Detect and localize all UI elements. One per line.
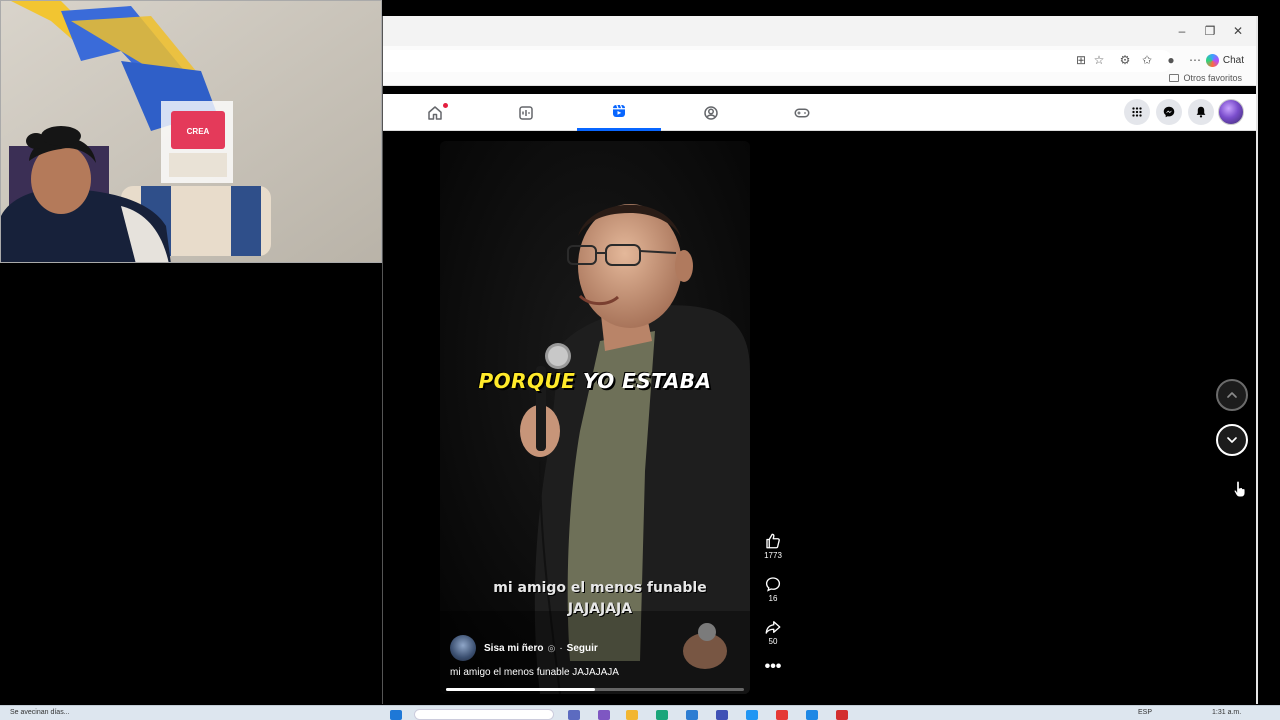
- taskbar: Se avecinan días... ESP 1:31 a.m.: [0, 705, 1280, 720]
- title-bar: – ❐ ✕: [383, 16, 1256, 46]
- globe-icon: ◎: [547, 642, 556, 653]
- separator: ·: [559, 642, 563, 654]
- other-favorites[interactable]: Otros favoritos: [1169, 73, 1242, 83]
- windows-start-icon[interactable]: [390, 710, 402, 720]
- share-icon: [765, 621, 781, 634]
- messenger-button[interactable]: [1156, 99, 1182, 125]
- screen: – ❐ ✕ ⊞ ☆ ⚙ ✩ ● ⋯ Chat Otros favoritos P…: [0, 0, 1280, 720]
- video-progress-bar[interactable]: [446, 688, 744, 691]
- file-explorer-icon[interactable]: [626, 710, 638, 720]
- previous-reel-button[interactable]: [1216, 379, 1248, 411]
- app-icon-2[interactable]: [746, 710, 758, 720]
- copilot-chat-button[interactable]: Chat: [1205, 50, 1244, 70]
- profile-icon[interactable]: ●: [1163, 52, 1179, 68]
- follow-button[interactable]: Seguir: [567, 643, 598, 654]
- hand-cursor-icon: [1233, 480, 1246, 498]
- ellipsis-icon: •••: [764, 658, 782, 675]
- taskbar-search[interactable]: [414, 709, 554, 720]
- caption-line-2: JAJAJAJA: [567, 601, 633, 617]
- reels-icon: [613, 104, 625, 117]
- thumbs-up-icon: [766, 533, 780, 549]
- caption-overlay-bottom: mi amigo el menos funable JAJAJAJA: [480, 578, 720, 620]
- copilot-icon: [1205, 53, 1219, 67]
- caption-highlight: PORQUE: [478, 369, 576, 393]
- caption-rest: YO ESTABA: [582, 369, 712, 393]
- more-options-icon[interactable]: ⋯: [1187, 52, 1203, 68]
- app-icon-3[interactable]: [806, 710, 818, 720]
- messenger-icon: [1163, 106, 1175, 118]
- share-button[interactable]: 50: [758, 618, 788, 646]
- extensions-icon[interactable]: ⚙: [1117, 52, 1133, 68]
- split-screen-icon[interactable]: ⊞: [1073, 52, 1089, 68]
- clock[interactable]: 1:31 a.m.: [1212, 709, 1241, 716]
- tab-groups[interactable]: [669, 94, 753, 131]
- chat-app-icon[interactable]: [598, 710, 610, 720]
- menu-button[interactable]: [1124, 99, 1150, 125]
- tab-gaming[interactable]: [760, 94, 844, 131]
- notifications-button[interactable]: [1188, 99, 1214, 125]
- chevron-up-icon: [1227, 392, 1237, 398]
- chevron-down-icon: [1227, 437, 1237, 443]
- webcam-overlay: CREA: [0, 0, 382, 263]
- author-row: Sisa mi ñero ◎ · Seguir: [450, 635, 598, 661]
- app-icon-4[interactable]: [836, 710, 848, 720]
- gaming-icon: [794, 108, 810, 117]
- author-name[interactable]: Sisa mi ñero: [484, 643, 543, 654]
- comment-icon: [765, 577, 781, 592]
- author-avatar[interactable]: [450, 635, 476, 661]
- caption-overlay-top: PORQUE YO ESTABA: [440, 369, 750, 393]
- groups-icon: [704, 105, 718, 120]
- reel-video[interactable]: PORQUE YO ESTABA mi amigo el menos funab…: [440, 141, 750, 694]
- app-icon-1[interactable]: [716, 710, 728, 720]
- like-count: 1773: [764, 551, 782, 560]
- video-icon: [519, 105, 533, 120]
- next-reel-button[interactable]: [1216, 424, 1248, 456]
- more-options-button[interactable]: •••: [758, 659, 788, 675]
- minimize-button[interactable]: –: [1168, 22, 1196, 40]
- caption-line-1: mi amigo el menos funable: [493, 580, 707, 596]
- menu-grid-icon: [1132, 107, 1142, 117]
- share-count: 50: [768, 637, 778, 646]
- gmail-icon[interactable]: [776, 710, 788, 720]
- like-button[interactable]: 1773: [758, 532, 788, 560]
- notification-dot: [443, 103, 448, 108]
- favorites-label: Otros favoritos: [1183, 73, 1242, 83]
- webcam-frame: CREA: [1, 1, 381, 262]
- progress-fill: [446, 688, 595, 691]
- language-indicator[interactable]: ESP: [1138, 709, 1152, 716]
- profile-avatar[interactable]: [1218, 99, 1244, 125]
- store-icon[interactable]: [686, 710, 698, 720]
- facebook-navbar: [383, 94, 1256, 131]
- weather-status[interactable]: Se avecinan días...: [10, 709, 70, 716]
- reel-description: mi amigo el menos funable JAJAJAJA: [450, 667, 619, 678]
- bell-icon: [1196, 106, 1206, 118]
- close-window-button[interactable]: ✕: [1224, 22, 1252, 40]
- maximize-button[interactable]: ❐: [1196, 22, 1224, 40]
- browser-window: – ❐ ✕ ⊞ ☆ ⚙ ✩ ● ⋯ Chat Otros favoritos P…: [382, 16, 1258, 704]
- favorites-icon[interactable]: ✩: [1139, 52, 1155, 68]
- edge-browser-icon[interactable]: [656, 710, 668, 720]
- tab-reels[interactable]: [577, 94, 661, 131]
- url-field[interactable]: [383, 50, 1173, 72]
- address-bar-area: ⊞ ☆ ⚙ ✩ ● ⋯ Chat Otros favoritos: [383, 46, 1256, 86]
- poster-text: CREA: [187, 127, 210, 136]
- chat-label: Chat: [1222, 54, 1244, 66]
- task-view-icon[interactable]: [568, 710, 580, 720]
- tab-video[interactable]: [484, 94, 568, 131]
- favorite-star-icon[interactable]: ☆: [1091, 52, 1107, 68]
- home-icon: [428, 105, 442, 120]
- tab-home[interactable]: [393, 94, 477, 131]
- folder-icon: [1169, 74, 1180, 82]
- comment-button[interactable]: 16: [758, 575, 788, 603]
- comment-count: 16: [768, 594, 778, 603]
